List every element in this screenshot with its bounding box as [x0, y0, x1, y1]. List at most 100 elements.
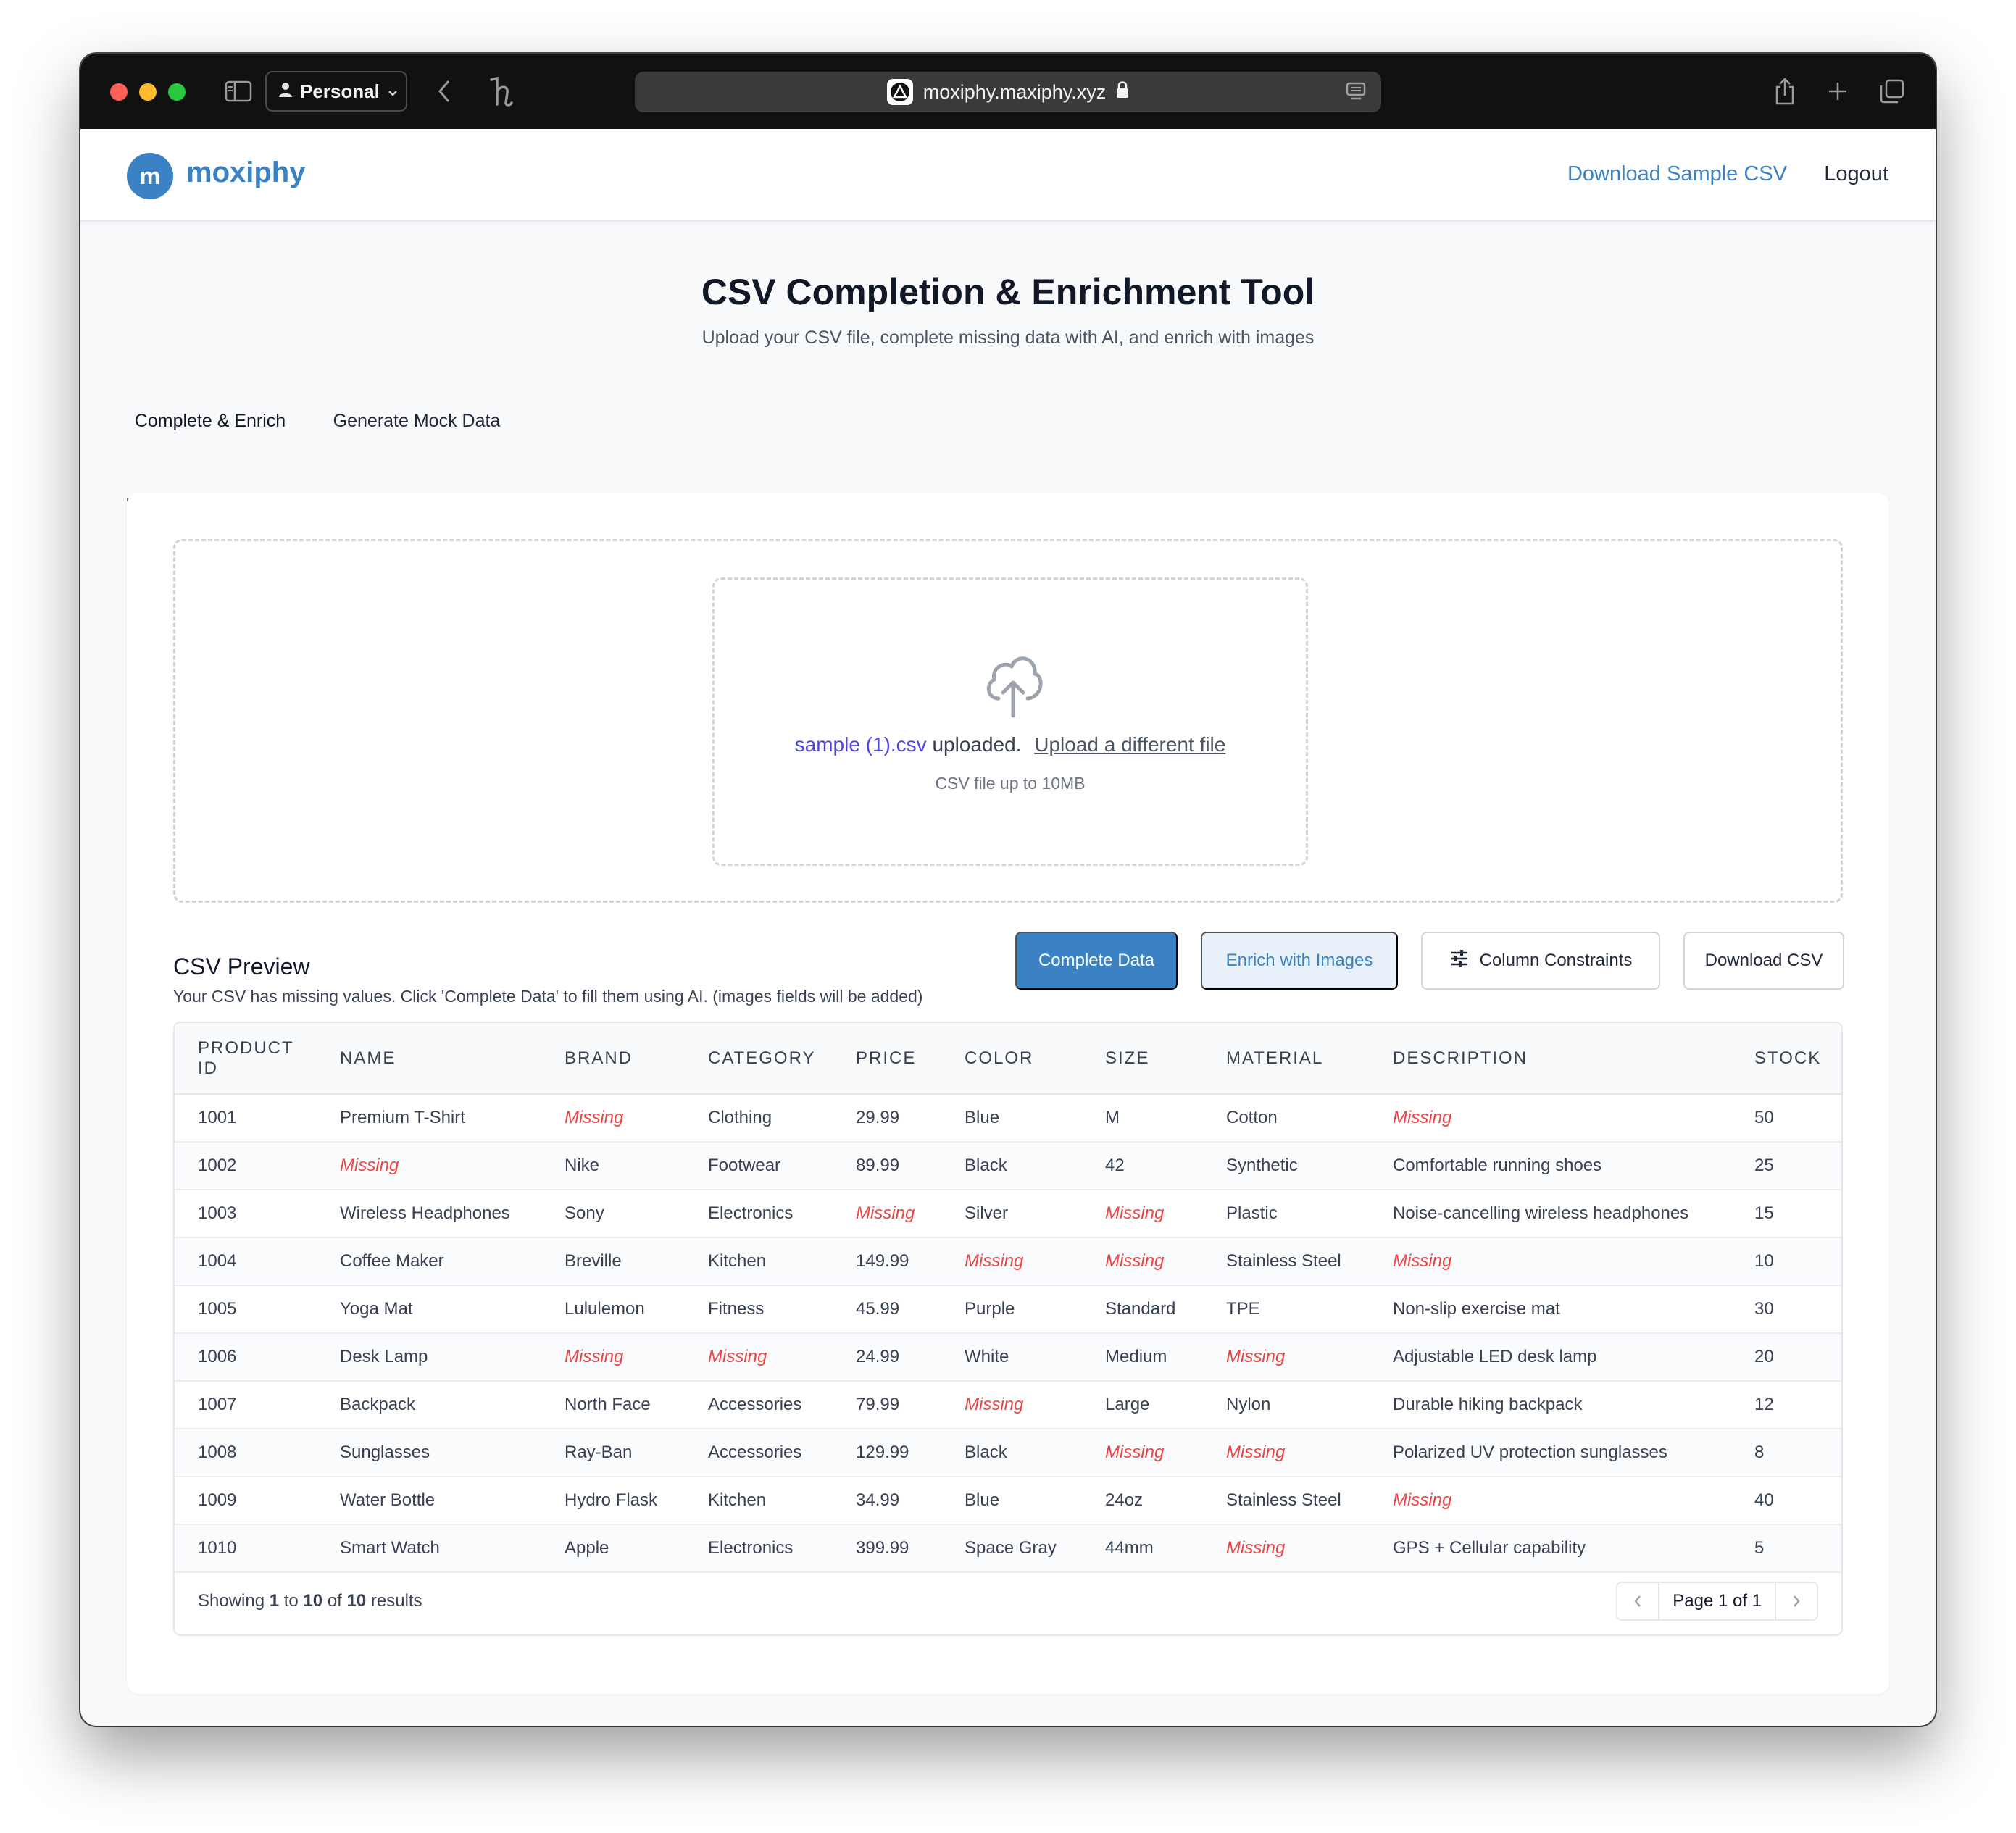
- missing-cell: Missing: [685, 1333, 833, 1382]
- table-cell: Yoga Mat: [317, 1285, 541, 1334]
- preview-description: Your CSV has missing values. Click 'Comp…: [173, 987, 923, 1006]
- table-cell: 45.99: [833, 1285, 941, 1334]
- table-row[interactable]: 1004 Coffee Maker Breville Kitchen 149.99 Mis…: [175, 1237, 1841, 1286]
- address-bar[interactable]: moxiphy.maxiphy.xyz: [635, 72, 1381, 112]
- logo-text[interactable]: moxiphy: [186, 156, 305, 189]
- table-cell: Water Bottle: [317, 1477, 541, 1525]
- download-sample-csv-link[interactable]: Download Sample CSV: [1567, 162, 1787, 186]
- close-window-button[interactable]: [110, 83, 128, 101]
- to-word: to: [279, 1591, 304, 1611]
- new-tab-icon[interactable]: [1823, 74, 1852, 109]
- table-row[interactable]: 1007 Backpack North Face Accessories 79.99 Mi…: [175, 1381, 1841, 1429]
- upload-area[interactable]: sample (1).csv uploaded. Upload a differ…: [173, 539, 1843, 903]
- table-cell: Hydro Flask: [541, 1477, 685, 1525]
- table-cell: Accessories: [685, 1381, 833, 1429]
- results-from: 1: [269, 1591, 280, 1611]
- table-cell: Ray-Ban: [541, 1429, 685, 1477]
- table-cell: Black: [941, 1429, 1082, 1477]
- table-cell: 1001: [175, 1094, 317, 1143]
- download-csv-button[interactable]: Download CSV: [1683, 932, 1844, 990]
- sidebar-toggle-icon[interactable]: [222, 74, 254, 109]
- profile-selector[interactable]: Personal: [265, 71, 407, 112]
- table-cell: Plastic: [1203, 1190, 1370, 1238]
- table-cell: Durable hiking backpack: [1370, 1381, 1731, 1429]
- column-header: PRICE: [833, 1023, 941, 1095]
- table-cell: Clothing: [685, 1094, 833, 1143]
- table-cell: 1007: [175, 1381, 317, 1429]
- table-row[interactable]: 1002 Missing Nike Footwear 89.99 Black 42 Synth…: [175, 1142, 1841, 1190]
- uploaded-file-name: sample (1).csv: [794, 733, 927, 756]
- missing-cell: Missing: [941, 1237, 1082, 1286]
- showing-prefix: Showing: [198, 1591, 270, 1611]
- table-cell: 5: [1731, 1524, 1841, 1573]
- missing-cell: Missing: [1203, 1524, 1370, 1573]
- table-cell: 8: [1731, 1429, 1841, 1477]
- table-cell: 40: [1731, 1477, 1841, 1525]
- table-row[interactable]: 1001 Premium T-Shirt Missing Clothing 29.99 B…: [175, 1094, 1841, 1143]
- csv-preview-table: PRODUCT ID NAME BRAND CATEGORY PRICE COLOR SIZ…: [173, 1022, 1843, 1636]
- table-cell: Medium: [1082, 1333, 1203, 1382]
- missing-cell: Missing: [1203, 1429, 1370, 1477]
- column-constraints-button[interactable]: Column Constraints: [1421, 932, 1660, 990]
- results-summary: Showing 1 to 10 of 10 results: [198, 1591, 422, 1611]
- table-row[interactable]: 1006 Desk Lamp Missing Missing 24.99 White Med…: [175, 1333, 1841, 1382]
- table-cell: 10: [1731, 1237, 1841, 1286]
- extension-icon[interactable]: [482, 74, 518, 109]
- preview-title: CSV Preview: [173, 953, 310, 980]
- table-cell: Silver: [941, 1190, 1082, 1238]
- column-header: NAME: [317, 1023, 541, 1095]
- table-cell: 30: [1731, 1285, 1841, 1334]
- download-csv-label: Download CSV: [1704, 951, 1823, 970]
- browser-titlebar: Personal moxiphy.maxiphy.xyz: [80, 54, 1936, 129]
- table-cell: 149.99: [833, 1237, 941, 1286]
- table-cell: TPE: [1203, 1285, 1370, 1334]
- table-cell: 1008: [175, 1429, 317, 1477]
- table-row[interactable]: 1005 Yoga Mat Lululemon Fitness 45.99 Purple S…: [175, 1285, 1841, 1334]
- table-cell: 79.99: [833, 1381, 941, 1429]
- next-page-chevron-icon[interactable]: [1776, 1583, 1817, 1619]
- table-cell: 1009: [175, 1477, 317, 1525]
- enrich-with-images-button[interactable]: Enrich with Images: [1201, 932, 1398, 990]
- back-arrow-icon[interactable]: [431, 74, 457, 109]
- complete-data-button[interactable]: Complete Data: [1015, 932, 1178, 990]
- app-header: m moxiphy Download Sample CSV Logout: [80, 129, 1936, 222]
- prev-page-chevron-icon[interactable]: [1617, 1583, 1658, 1619]
- minimize-window-button[interactable]: [139, 83, 157, 101]
- table-cell: Large: [1082, 1381, 1203, 1429]
- table-cell: Premium T-Shirt: [317, 1094, 541, 1143]
- results-to: 10: [303, 1591, 323, 1611]
- main-card: sample (1).csv uploaded. Upload a differ…: [127, 493, 1889, 1694]
- table-cell: 129.99: [833, 1429, 941, 1477]
- table-cell: Electronics: [685, 1190, 833, 1238]
- upload-dropzone[interactable]: sample (1).csv uploaded. Upload a differ…: [712, 577, 1308, 866]
- column-header: SIZE: [1082, 1023, 1203, 1095]
- table-cell: 50: [1731, 1094, 1841, 1143]
- upload-different-file-link[interactable]: Upload a different file: [1034, 733, 1225, 756]
- cloud-upload-icon: [983, 649, 1044, 722]
- logo-mark[interactable]: m: [127, 153, 173, 199]
- maximize-window-button[interactable]: [168, 83, 186, 101]
- column-header: STOCK: [1731, 1023, 1841, 1095]
- table-cell: Space Gray: [941, 1524, 1082, 1573]
- column-header: PRODUCT ID: [175, 1023, 317, 1095]
- share-icon[interactable]: [1770, 74, 1799, 109]
- tab-overview-icon[interactable]: [1876, 74, 1908, 109]
- uploaded-text: uploaded.: [926, 733, 1022, 756]
- column-header: COLOR: [941, 1023, 1082, 1095]
- reader-mode-icon[interactable]: [1345, 80, 1367, 107]
- table-cell: Nike: [541, 1142, 685, 1190]
- table-cell: Footwear: [685, 1142, 833, 1190]
- table-cell: White: [941, 1333, 1082, 1382]
- table-row[interactable]: 1010 Smart Watch Apple Electronics 399.99 Spa…: [175, 1524, 1841, 1573]
- page-subtitle: Upload your CSV file, complete missing d…: [701, 327, 1315, 348]
- tab-complete-enrich[interactable]: Complete & Enrich: [127, 401, 293, 501]
- table-cell: 42: [1082, 1142, 1203, 1190]
- browser-window: Personal moxiphy.maxiphy.xyz m moxiphy D…: [80, 54, 1936, 1726]
- table-row[interactable]: 1008 Sunglasses Ray-Ban Accessories 129.99 Bl…: [175, 1429, 1841, 1477]
- table-row[interactable]: 1009 Water Bottle Hydro Flask Kitchen 34.99 B…: [175, 1477, 1841, 1525]
- table-cell: 89.99: [833, 1142, 941, 1190]
- url-text: moxiphy.maxiphy.xyz: [922, 80, 1107, 103]
- logout-link[interactable]: Logout: [1824, 162, 1888, 186]
- tab-generate-mock-data[interactable]: Generate Mock Data: [319, 401, 515, 501]
- table-row[interactable]: 1003 Wireless Headphones Sony Electronics Mi…: [175, 1190, 1841, 1238]
